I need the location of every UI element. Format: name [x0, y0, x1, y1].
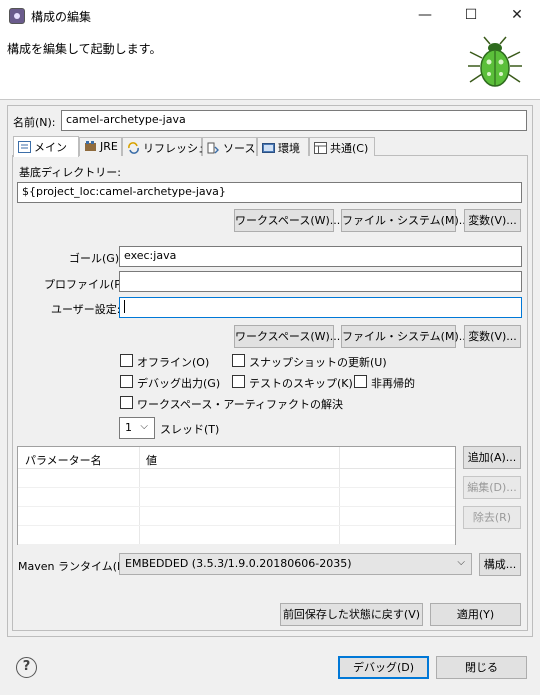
- tab-jre-label: JRE: [100, 140, 118, 153]
- basedir-field[interactable]: ${project_loc:camel-archetype-java}: [17, 182, 522, 203]
- revert-button[interactable]: 前回保存した状態に戻す(V): [280, 603, 423, 626]
- maven-runtime-select[interactable]: EMBEDDED (3.5.3/1.9.0.20180606-2035) ⌵: [119, 553, 472, 575]
- threads-label: スレッド(T): [160, 423, 220, 436]
- main-tab-icon: [18, 141, 31, 153]
- debug-output-label: デバッグ出力(G): [137, 377, 221, 390]
- offline-label: オフライン(O): [137, 356, 210, 369]
- tab-main-label: メイン: [34, 141, 67, 154]
- debug-output-checkbox[interactable]: [120, 375, 133, 388]
- eclipse-app-icon: [9, 8, 25, 24]
- user-settings-label: ユーザー設定:: [51, 303, 121, 316]
- column-header-name[interactable]: パラメーター名: [25, 452, 102, 468]
- update-snapshots-label: スナップショットの更新(U): [249, 356, 387, 369]
- environment-icon: [262, 142, 275, 154]
- tab-source-label: ソース: [223, 142, 256, 155]
- user-settings-field[interactable]: [119, 297, 522, 318]
- tab-main[interactable]: メイン: [13, 136, 79, 157]
- common-icon: [314, 142, 327, 154]
- bug-icon: [468, 36, 522, 87]
- skip-tests-label: テストのスキップ(K): [249, 377, 353, 390]
- debug-button[interactable]: デバッグ(D): [338, 656, 429, 679]
- text-cursor: [124, 300, 125, 313]
- settings-filesystem-button[interactable]: ファイル・システム(M)...: [341, 325, 469, 348]
- threads-value: 1: [125, 421, 132, 434]
- tab-environment[interactable]: 環境: [257, 137, 309, 156]
- tab-source[interactable]: ソース: [202, 137, 257, 156]
- skip-tests-checkbox[interactable]: [232, 375, 245, 388]
- close-button[interactable]: ✕: [494, 0, 540, 30]
- column-header-value[interactable]: 値: [146, 452, 157, 468]
- close-dialog-button[interactable]: 閉じる: [436, 656, 527, 679]
- refresh-icon: [127, 142, 140, 154]
- tab-jre[interactable]: JRE: [79, 137, 122, 156]
- table-row: [18, 507, 455, 526]
- tab-common[interactable]: 共通(C): [309, 137, 375, 156]
- chevron-down-icon: ⌵: [140, 421, 148, 432]
- source-icon: [207, 142, 220, 154]
- filesystem-button[interactable]: ファイル・システム(M)...: [341, 209, 469, 232]
- header-message: 構成を編集して起動します。: [7, 42, 162, 56]
- remove-button[interactable]: 除去(R): [463, 506, 521, 529]
- tab-environment-label: 環境: [278, 142, 300, 155]
- chevron-down-icon: ⌵: [457, 557, 465, 568]
- goals-label: ゴール(G):: [69, 252, 123, 265]
- threads-select[interactable]: 1 ⌵: [119, 417, 155, 439]
- name-label: 名前(N):: [13, 116, 56, 129]
- maven-runtime-label: Maven ランタイム(I):: [18, 560, 129, 573]
- maximize-button[interactable]: ☐: [448, 0, 494, 30]
- goals-field[interactable]: exec:java: [119, 246, 522, 267]
- tab-refresh-label: リフレッシュ: [143, 142, 209, 155]
- profiles-field[interactable]: [119, 271, 522, 292]
- name-field[interactable]: camel-archetype-java: [61, 110, 527, 131]
- resolve-workspace-checkbox[interactable]: [120, 396, 133, 409]
- parameters-table[interactable]: パラメーター名 値: [17, 446, 456, 545]
- tab-refresh[interactable]: リフレッシュ: [122, 137, 209, 156]
- settings-workspace-button[interactable]: ワークスペース(W)...: [234, 325, 340, 348]
- variables-button[interactable]: 変数(V)...: [464, 209, 521, 232]
- non-recursive-checkbox[interactable]: [354, 375, 367, 388]
- offline-checkbox[interactable]: [120, 354, 133, 367]
- table-row: [18, 526, 455, 545]
- minimize-button[interactable]: —: [402, 0, 448, 30]
- profiles-label: プロファイル(P):: [44, 278, 129, 291]
- non-recursive-label: 非再帰的: [371, 377, 415, 390]
- workspace-button[interactable]: ワークスペース(W)...: [234, 209, 340, 232]
- window-title: 構成の編集: [31, 10, 92, 24]
- add-button[interactable]: 追加(A)...: [463, 446, 521, 469]
- configure-button[interactable]: 構成...: [479, 553, 521, 576]
- basedir-label: 基底ディレクトリー:: [19, 166, 121, 179]
- apply-button[interactable]: 適用(Y): [430, 603, 521, 626]
- update-snapshots-checkbox[interactable]: [232, 354, 245, 367]
- help-icon[interactable]: ?: [16, 657, 37, 678]
- settings-variables-button[interactable]: 変数(V)...: [464, 325, 521, 348]
- table-row: [18, 488, 455, 507]
- jre-icon: [84, 140, 97, 152]
- edit-button[interactable]: 編集(D)...: [463, 476, 521, 499]
- resolve-workspace-label: ワークスペース・アーティファクトの解決: [137, 398, 344, 411]
- maven-runtime-value: EMBEDDED (3.5.3/1.9.0.20180606-2035): [125, 557, 352, 570]
- tab-common-label: 共通(C): [330, 142, 369, 155]
- table-row: [18, 469, 455, 488]
- table-header-row: パラメーター名 値: [18, 447, 455, 469]
